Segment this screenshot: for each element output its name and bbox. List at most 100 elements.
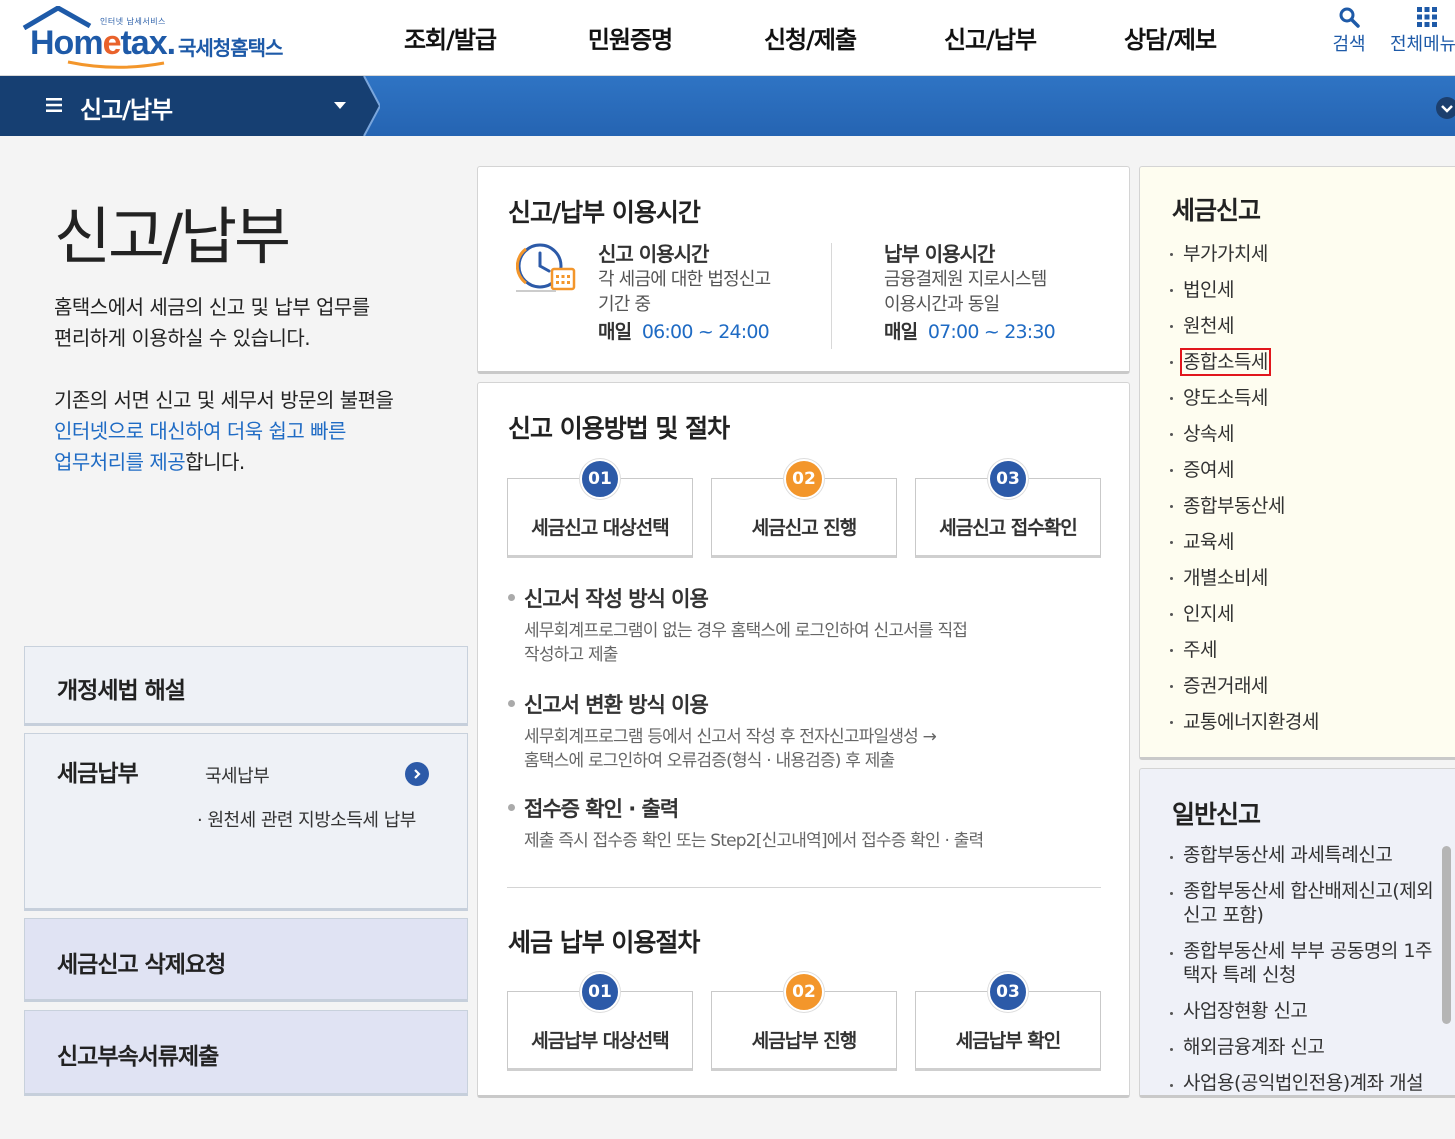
- nav-applications[interactable]: 신청/제출: [720, 0, 900, 76]
- pay-hours-heading: 납부 이용시간: [884, 242, 995, 266]
- step-label: 세금납부 대상선택: [531, 1030, 669, 1052]
- national-tax-payment-link[interactable]: 국세납부: [205, 762, 270, 788]
- tax-item-special-consumption[interactable]: 개별소비세: [1168, 564, 1319, 600]
- delete-request-card[interactable]: 세금신고 삭제요청: [24, 918, 468, 1002]
- payment-step-2[interactable]: 02 세금납부 진행: [711, 972, 897, 1071]
- logo-subtitle: 국세청홈택스: [178, 36, 283, 60]
- general-item[interactable]: 종합부동산세 과세특례신고: [1168, 843, 1455, 867]
- general-item[interactable]: 해외금융계좌 신고: [1168, 1035, 1455, 1059]
- report-hours-time: 06:00 ~ 24:00: [641, 321, 770, 343]
- tax-item-inheritance[interactable]: 상속세: [1168, 420, 1319, 456]
- procedure-panel: 신고 이용방법 및 절차 01 세금신고 대상선택 02 세금신고 진행 03 …: [477, 382, 1130, 1098]
- nav-report-payment[interactable]: 신고/납부: [900, 0, 1080, 76]
- tax-item-vat[interactable]: 부가가치세: [1168, 240, 1319, 276]
- payment-step-3[interactable]: 03 세금납부 확인: [915, 972, 1101, 1071]
- payment-title: 세금납부: [57, 761, 139, 787]
- report-step-3[interactable]: 03 세금신고 접수확인: [915, 459, 1101, 558]
- page-title: 신고/납부: [54, 200, 291, 273]
- caret-down-icon: [334, 102, 346, 109]
- usage-hours-panel: 신고/납부 이용시간 신고 이용시간 각 세금에 대한 법정신고 기간 중 매일…: [477, 166, 1130, 374]
- report-step-2[interactable]: 02 세금신고 진행: [711, 459, 897, 558]
- search-button[interactable]: 검색: [1322, 6, 1376, 56]
- pay-hours-desc-2: 이용시간과 동일: [884, 294, 1000, 315]
- tax-report-title: 세금신고: [1172, 196, 1261, 225]
- report-hours: 신고 이용시간 각 세금에 대한 법정신고 기간 중 매일 06:00 ~ 24…: [598, 241, 771, 345]
- method-convert: 신고서 변환 방식 이용 세무회계프로그램 등에서 신고서 작성 후 전자신고파…: [508, 689, 1108, 773]
- step-number-badge: 03: [988, 972, 1028, 1012]
- step-number-badge: 01: [580, 972, 620, 1012]
- location-dropdown[interactable]: 신고/납부: [0, 76, 380, 136]
- tax-item-stamp[interactable]: 인지세: [1168, 600, 1319, 636]
- tax-item-comprehensive-real-estate[interactable]: 종합부동산세: [1168, 492, 1319, 528]
- hamburger-icon: [46, 98, 62, 112]
- global-nav: 조회/발급 민원증명 신청/제출 신고/납부 상담/제보: [360, 0, 1260, 76]
- tax-item-gift[interactable]: 증여세: [1168, 456, 1319, 492]
- step-label: 세금납부 확인: [955, 1030, 1062, 1052]
- report-hours-heading: 신고 이용시간: [598, 242, 709, 266]
- intro-paragraph-2: 기존의 서면 신고 및 세무서 방문의 불편을 인터넷으로 대신하여 더욱 쉽고…: [54, 388, 394, 474]
- location-title: 신고/납부: [80, 96, 173, 124]
- tax-payment-card: 세금납부 국세납부 · 원천세 관련 지방소득세 납부: [24, 733, 468, 911]
- method-title: 접수증 확인 · 출력: [508, 793, 1108, 823]
- tax-item-transport-energy-environment[interactable]: 교통에너지환경세: [1168, 708, 1319, 744]
- report-hours-desc-1: 각 세금에 대한 법정신고: [598, 269, 771, 290]
- local-income-tax-payment-link[interactable]: · 원천세 관련 지방소득세 납부: [197, 806, 416, 832]
- general-report-title: 일반신고: [1172, 800, 1261, 829]
- usage-hours-title: 신고/납부 이용시간: [508, 198, 701, 227]
- tax-item-education[interactable]: 교육세: [1168, 528, 1319, 564]
- tax-report-list: 부가가치세 법인세 원천세 종합소득세 양도소득세 상속세 증여세 종합부동산세…: [1168, 240, 1319, 744]
- hometax-logo[interactable]: 인터넷 납세서비스 Hometax. 국세청홈택스: [22, 6, 312, 70]
- clock-calendar-icon: [516, 243, 576, 292]
- method-title: 신고서 작성 방식 이용: [508, 583, 1108, 613]
- method-desc: 세무회계프로그램 등에서 신고서 작성 후 전자신고파일생성 → 홈택스에 로그인…: [524, 727, 937, 771]
- pay-hours-time: 07:00 ~ 23:30: [927, 321, 1056, 343]
- location-bar: 신고/납부: [0, 76, 1455, 136]
- search-label: 검색: [1332, 34, 1366, 55]
- step-label: 세금납부 진행: [751, 1030, 858, 1052]
- general-report-scrollbar[interactable]: [1442, 846, 1451, 1024]
- method-desc: 제출 즉시 접수증 확인 또는 Step2[신고내역]에서 접수증 확인 · 출…: [524, 831, 984, 851]
- tax-item-securities-transaction[interactable]: 증권거래세: [1168, 672, 1319, 708]
- search-icon: [1339, 7, 1360, 28]
- attachment-submit-card[interactable]: 신고부속서류제출: [24, 1010, 468, 1096]
- method-title: 신고서 변환 방식 이용: [508, 689, 1108, 719]
- report-step-1[interactable]: 01 세금신고 대상선택: [507, 459, 693, 558]
- all-menu-button[interactable]: 전체메뉴: [1390, 6, 1455, 56]
- method-write: 신고서 작성 방식 이용 세무회계프로그램이 없는 경우 홈택스에 로그인하여 …: [508, 583, 1108, 667]
- intro-paragraph-1: 홈택스에서 세금의 신고 및 납부 업무를 편리하게 이용하실 수 있습니다.: [54, 295, 370, 350]
- step-number-badge: 01: [580, 459, 620, 499]
- expand-icon[interactable]: [1436, 97, 1455, 119]
- step-label: 세금신고 접수확인: [939, 517, 1077, 539]
- tax-law-revision-card[interactable]: 개정세법 해설: [24, 646, 468, 726]
- tax-item-corporate[interactable]: 법인세: [1168, 276, 1319, 312]
- intro-text: 홈택스에서 세금의 신고 및 납부 업무를 편리하게 이용하실 수 있습니다. …: [54, 292, 454, 478]
- general-item[interactable]: 사업장현황 신고: [1168, 999, 1455, 1023]
- logo-swoosh-icon: [67, 60, 165, 69]
- nav-consultation[interactable]: 상담/제보: [1080, 0, 1260, 76]
- general-item[interactable]: 종합부동산세 부부 공동명의 1주 택자 특례 신청: [1168, 939, 1455, 987]
- general-report-list: 종합부동산세 과세특례신고 종합부동산세 과세특례신고종합부동산세 합산배제신고…: [1168, 843, 1455, 1095]
- revision-title: 개정세법 해설: [57, 678, 186, 704]
- delete-request-title: 세금신고 삭제요청: [57, 952, 226, 978]
- method-desc: 세무회계프로그램이 없는 경우 홈택스에 로그인하여 신고서를 직접 작성하고 제…: [524, 621, 968, 665]
- all-menu-label: 전체메뉴: [1390, 34, 1455, 55]
- top-header: 인터넷 납세서비스 Hometax. 국세청홈택스 조회/발급 민원증명 신청/…: [0, 0, 1455, 76]
- procedure-title: 신고 이용방법 및 절차: [508, 414, 730, 443]
- report-hours-desc-2: 기간 중: [598, 294, 651, 315]
- general-item[interactable]: 사업용(공익법인전용)계좌 개설: [1168, 1071, 1455, 1095]
- tax-item-liquor[interactable]: 주세: [1168, 636, 1319, 672]
- payment-steps: 01 세금납부 대상선택 02 세금납부 진행 03 세금납부 확인: [507, 972, 1103, 1071]
- tax-item-global-income[interactable]: 종합소득세: [1168, 348, 1319, 384]
- tax-item-capital-gains[interactable]: 양도소득세: [1168, 384, 1319, 420]
- report-hours-time-row: 매일 06:00 ~ 24:00: [598, 321, 770, 343]
- arrow-right-icon[interactable]: [405, 762, 429, 786]
- report-steps: 01 세금신고 대상선택 02 세금신고 진행 03 세금신고 접수확인: [507, 459, 1103, 558]
- payment-procedure-title: 세금 납부 이용절차: [508, 928, 700, 957]
- payment-step-1[interactable]: 01 세금납부 대상선택: [507, 972, 693, 1071]
- step-label: 세금신고 진행: [751, 517, 858, 539]
- general-item[interactable]: 종합부동산세 과세특례신고종합부동산세 합산배제신고(제외신고 포함): [1168, 879, 1455, 927]
- nav-certificates[interactable]: 민원증명: [540, 0, 720, 76]
- step-label: 세금신고 대상선택: [531, 517, 669, 539]
- nav-inquiry[interactable]: 조회/발급: [360, 0, 540, 76]
- tax-item-withholding[interactable]: 원천세: [1168, 312, 1319, 348]
